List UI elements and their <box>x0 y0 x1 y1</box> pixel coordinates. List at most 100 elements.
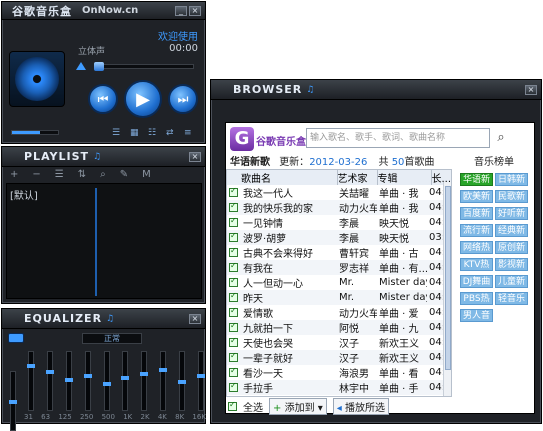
playlist-titlebar[interactable]: PLAYLIST ♫ × <box>2 147 205 167</box>
select-all-checkbox[interactable] <box>228 400 237 411</box>
equalizer-titlebar[interactable]: EQUALIZER ♫ × <box>2 309 205 329</box>
playlist-close-button[interactable]: × <box>189 151 201 162</box>
chart-tag[interactable]: DJ舞曲 <box>460 275 493 288</box>
table-row[interactable]: 手拉手林宇中单曲 · 手04:1 <box>227 380 445 395</box>
table-row[interactable]: 有我在罗志祥单曲 · 有...04:2 <box>227 260 445 275</box>
row-checkbox[interactable] <box>229 186 238 197</box>
sort-icon[interactable]: ⇅ <box>78 169 86 181</box>
eq-band-slider[interactable] <box>140 351 149 411</box>
table-row[interactable]: 九就拍一下阿悦单曲 · 九04:0 <box>227 320 445 335</box>
mode-list-icon[interactable]: M <box>142 169 151 181</box>
table-row[interactable]: 爱情歌动力火车单曲 · 爱04:1 <box>227 305 445 320</box>
remove-icon[interactable]: − <box>32 169 40 181</box>
row-checkbox[interactable] <box>229 276 238 287</box>
row-checkbox[interactable] <box>229 381 238 392</box>
row-checkbox[interactable] <box>229 351 238 362</box>
row-checkbox[interactable] <box>229 261 238 272</box>
search-icon[interactable]: ⌕ <box>100 169 106 181</box>
add-to-button[interactable]: + 添加到 ▾ <box>269 397 327 415</box>
row-checkbox[interactable] <box>229 291 238 302</box>
table-row[interactable]: 波罗·胡萝李晨映天悦03:3 <box>227 230 445 245</box>
table-row[interactable]: 看沙一天海浪男单曲 · 看04:4 <box>227 365 445 380</box>
table-row[interactable]: 一辈子就好汉子新欢王义04:0 <box>227 350 445 365</box>
eq-preamp-slider[interactable] <box>9 371 17 431</box>
playlist-area[interactable]: [默认] <box>6 183 202 299</box>
next-button[interactable]: ⏭ <box>168 84 198 114</box>
chart-tag[interactable]: 流行新歌 <box>460 224 493 249</box>
chart-tag[interactable]: 影视新歌 <box>495 258 528 283</box>
row-checkbox[interactable] <box>229 231 238 242</box>
chart-tag[interactable]: 欧美新歌 <box>460 190 493 215</box>
chart-tag[interactable]: 儿童新歌 <box>495 275 528 300</box>
table-row[interactable]: 人一但动一心Mr.Mister days04:1 <box>227 275 445 290</box>
table-row[interactable]: 古典不会来得好曹轩宾单曲 · 古04:1 <box>227 245 445 260</box>
table-row[interactable]: 我的快乐我的家动力火车单曲 · 我04:0 <box>227 200 445 215</box>
chart-tag[interactable]: PBS热歌 <box>460 292 493 317</box>
search-input[interactable]: 输入歌名、歌手、歌词、歌曲名称 <box>306 128 490 148</box>
column-header-name[interactable]: 歌曲名 <box>241 170 338 185</box>
chart-tag[interactable]: 百度新歌 <box>460 207 493 232</box>
search-button[interactable]: ⌕ <box>492 129 510 147</box>
eq-toggle-switch[interactable] <box>8 333 24 343</box>
close-button[interactable]: × <box>189 5 201 16</box>
select-all-label[interactable]: 全选 <box>243 399 263 414</box>
chart-tag[interactable]: 男人音调 <box>460 309 493 334</box>
list-icon[interactable]: ☰ <box>55 169 64 181</box>
previous-button[interactable]: ⏮ <box>88 84 118 114</box>
chart-tag[interactable]: 好听新歌 <box>495 207 528 232</box>
playlist-toggle-icon[interactable]: ☰ <box>112 128 122 138</box>
chart-tag[interactable]: 日韩新歌 <box>495 173 528 198</box>
table-scrollbar[interactable] <box>443 182 451 396</box>
eq-band-slider[interactable] <box>64 351 73 411</box>
scrollbar-thumb[interactable] <box>445 186 451 370</box>
row-checkbox[interactable] <box>229 336 238 347</box>
chart-tag[interactable]: 华语新歌 <box>460 173 493 198</box>
minimize-button[interactable]: _ <box>175 5 187 16</box>
chart-tag[interactable]: 民歌新歌 <box>495 190 528 215</box>
row-checkbox[interactable] <box>229 321 238 332</box>
play-selected-button[interactable]: ◂ 播放所选 <box>332 397 390 415</box>
progress-knob[interactable] <box>94 62 104 71</box>
eq-band-slider[interactable] <box>178 351 186 411</box>
row-checkbox[interactable] <box>229 306 238 317</box>
browser-titlebar[interactable]: BROWSER ♫ × <box>211 80 541 100</box>
equalizer-toggle-icon[interactable]: ▦ <box>130 128 140 138</box>
eject-icon[interactable] <box>76 62 86 70</box>
eq-band-slider[interactable] <box>27 351 35 411</box>
progress-track[interactable] <box>94 64 194 69</box>
table-row[interactable]: 昨天Mr.Mister days04:1 <box>227 290 445 305</box>
table-row[interactable]: 一见钟情李晨映天悦04:2 <box>227 215 445 230</box>
browser-toggle-icon[interactable]: ☷ <box>148 128 158 138</box>
column-header-album[interactable]: 专辑 <box>377 170 432 185</box>
eq-band-slider[interactable] <box>159 351 168 411</box>
eq-band-slider[interactable] <box>45 351 54 411</box>
chart-tag[interactable]: 轻音乐 <box>495 292 528 305</box>
player-titlebar[interactable]: 谷歌音乐盒 OnNow.cn _ × <box>2 2 205 20</box>
mode-icon[interactable]: ⇄ <box>166 128 176 138</box>
eq-preset-select[interactable]: 正常 <box>82 333 142 344</box>
table-row[interactable]: 天使也会哭汉子新欢王义04:0 <box>227 335 445 350</box>
browser-close-button[interactable]: × <box>525 84 537 95</box>
eq-band-slider[interactable] <box>83 351 92 411</box>
chart-tag[interactable]: 原创新歌 <box>495 241 528 266</box>
playlist-default-item[interactable]: [默认] <box>10 187 38 202</box>
play-button[interactable]: ▶ <box>124 80 162 118</box>
table-row[interactable]: 我这一代人关喆曜单曲 · 我04:1 <box>227 185 445 200</box>
eq-band-slider[interactable] <box>121 351 130 411</box>
column-header-artist[interactable]: 艺术家 <box>337 170 378 185</box>
row-checkbox[interactable] <box>229 246 238 257</box>
row-checkbox[interactable] <box>229 366 238 377</box>
menu-icon[interactable]: ≡ <box>184 128 194 138</box>
volume-track[interactable] <box>11 130 59 135</box>
chart-tag[interactable]: KTV热歌 <box>460 258 493 283</box>
row-checkbox[interactable] <box>229 216 238 227</box>
bottom-bar: 全选 + 添加到 ▾ ◂ 播放所选 <box>226 397 452 415</box>
chart-tag[interactable]: 网络热歌 <box>460 241 493 266</box>
eq-band-slider[interactable] <box>196 351 205 411</box>
row-checkbox[interactable] <box>229 201 238 212</box>
equalizer-close-button[interactable]: × <box>189 313 201 324</box>
add-icon[interactable]: + <box>10 169 18 181</box>
chart-tag[interactable]: 经典新歌 <box>495 224 528 249</box>
eq-band-slider[interactable] <box>102 351 111 411</box>
edit-icon[interactable]: ✎ <box>120 169 128 181</box>
